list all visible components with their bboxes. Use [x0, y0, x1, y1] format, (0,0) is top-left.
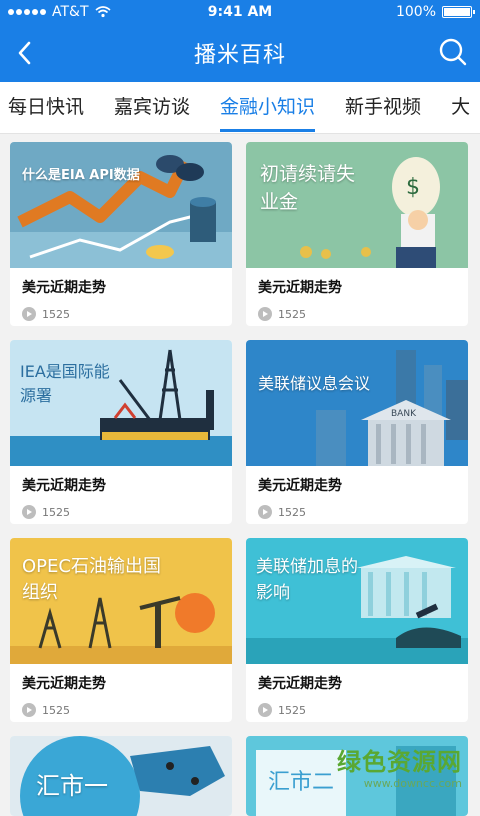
video-title: 美元近期走势	[22, 280, 106, 296]
battery-icon	[442, 6, 475, 18]
thumbnail-caption: 美联储加息的影响	[256, 557, 358, 603]
thumbnail-caption: 汇市二	[268, 770, 335, 795]
play-count-icon	[258, 505, 272, 519]
thumbnail-caption: 美联储议息会议	[258, 374, 371, 393]
video-card[interactable]: 什么是EIA API数据 美元近期走势 1525	[10, 142, 232, 326]
svg-text:$: $	[406, 175, 420, 200]
video-thumbnail: BANK 美联储议息会议	[246, 340, 468, 466]
play-count-icon	[22, 307, 36, 321]
video-card[interactable]: OPEC石油输出国组织 美元近期走势 1525	[10, 538, 232, 722]
video-title: 美元近期走势	[258, 478, 342, 494]
video-thumbnail: $ 初请续请失业金	[246, 142, 468, 268]
play-count: 1525	[278, 703, 306, 717]
status-bar: AT&T 9:41 AM 100%	[0, 0, 480, 24]
video-meta: 1525	[246, 297, 468, 321]
video-card[interactable]: IEA是国际能源署 美元近期走势 1525	[10, 340, 232, 524]
thumbnail-caption: 什么是EIA API数据	[22, 168, 140, 183]
tab-guest-interview[interactable]: 嘉宾访谈	[114, 82, 190, 133]
watermark-main: 绿色资源网	[337, 748, 462, 776]
video-thumbnail: 汇市一	[10, 736, 232, 816]
video-card[interactable]: 美联储加息的影响 美元近期走势 1525	[246, 538, 468, 722]
watermark-url: www.downcc.com	[363, 777, 462, 790]
video-title: 美元近期走势	[258, 676, 342, 692]
tab-more[interactable]: 大	[451, 82, 470, 133]
video-card[interactable]: 汇市一	[10, 736, 232, 816]
video-meta: 1525	[246, 495, 468, 519]
play-count: 1525	[42, 307, 70, 321]
play-count: 1525	[42, 703, 70, 717]
tab-beginner-video[interactable]: 新手视频	[345, 82, 421, 133]
video-card[interactable]: BANK 美联储议息会议 美元近期走势 1525	[246, 340, 468, 524]
video-title: 美元近期走势	[22, 478, 106, 494]
search-icon[interactable]	[438, 37, 468, 67]
thumbnail-caption: 初请续请失业金	[260, 163, 356, 213]
play-count: 1525	[42, 505, 70, 519]
video-title: 美元近期走势	[258, 280, 342, 296]
video-meta: 1525	[10, 495, 232, 519]
page-title: 播米百科	[193, 43, 286, 68]
thumbnail-caption: IEA是国际能源署	[20, 362, 110, 405]
video-meta: 1525	[10, 297, 232, 321]
thumbnail-caption: 汇市一	[36, 772, 108, 800]
video-grid: 什么是EIA API数据 美元近期走势 1525 $ 初请续请失业金 美元近期走…	[0, 134, 480, 816]
video-thumbnail: 什么是EIA API数据	[10, 142, 232, 268]
video-meta: 1525	[10, 693, 232, 717]
back-arrow-icon[interactable]	[12, 37, 40, 69]
tab-daily-news[interactable]: 每日快讯	[8, 82, 84, 133]
video-meta: 1525	[246, 693, 468, 717]
play-count: 1525	[278, 505, 306, 519]
category-tabs: 每日快讯 嘉宾访谈 金融小知识 新手视频 大	[0, 82, 480, 134]
clock: 9:41 AM	[207, 4, 273, 20]
thumbnail-caption: OPEC石油输出国组织	[22, 556, 161, 603]
video-thumbnail: OPEC石油输出国组织	[10, 538, 232, 664]
play-count: 1525	[278, 307, 306, 321]
video-thumbnail: IEA是国际能源署	[10, 340, 232, 466]
play-count-icon	[22, 505, 36, 519]
tab-finance-knowledge[interactable]: 金融小知识	[220, 82, 316, 133]
play-count-icon	[258, 307, 272, 321]
play-count-icon	[258, 703, 272, 717]
watermark: 绿色资源网 www.downcc.com	[337, 742, 462, 790]
video-card[interactable]: $ 初请续请失业金 美元近期走势 1525	[246, 142, 468, 326]
play-count-icon	[22, 703, 36, 717]
video-title: 美元近期走势	[22, 676, 106, 692]
video-thumbnail: 美联储加息的影响	[246, 538, 468, 664]
svg-text:BANK: BANK	[391, 409, 417, 419]
nav-bar: 播米百科	[0, 24, 480, 82]
